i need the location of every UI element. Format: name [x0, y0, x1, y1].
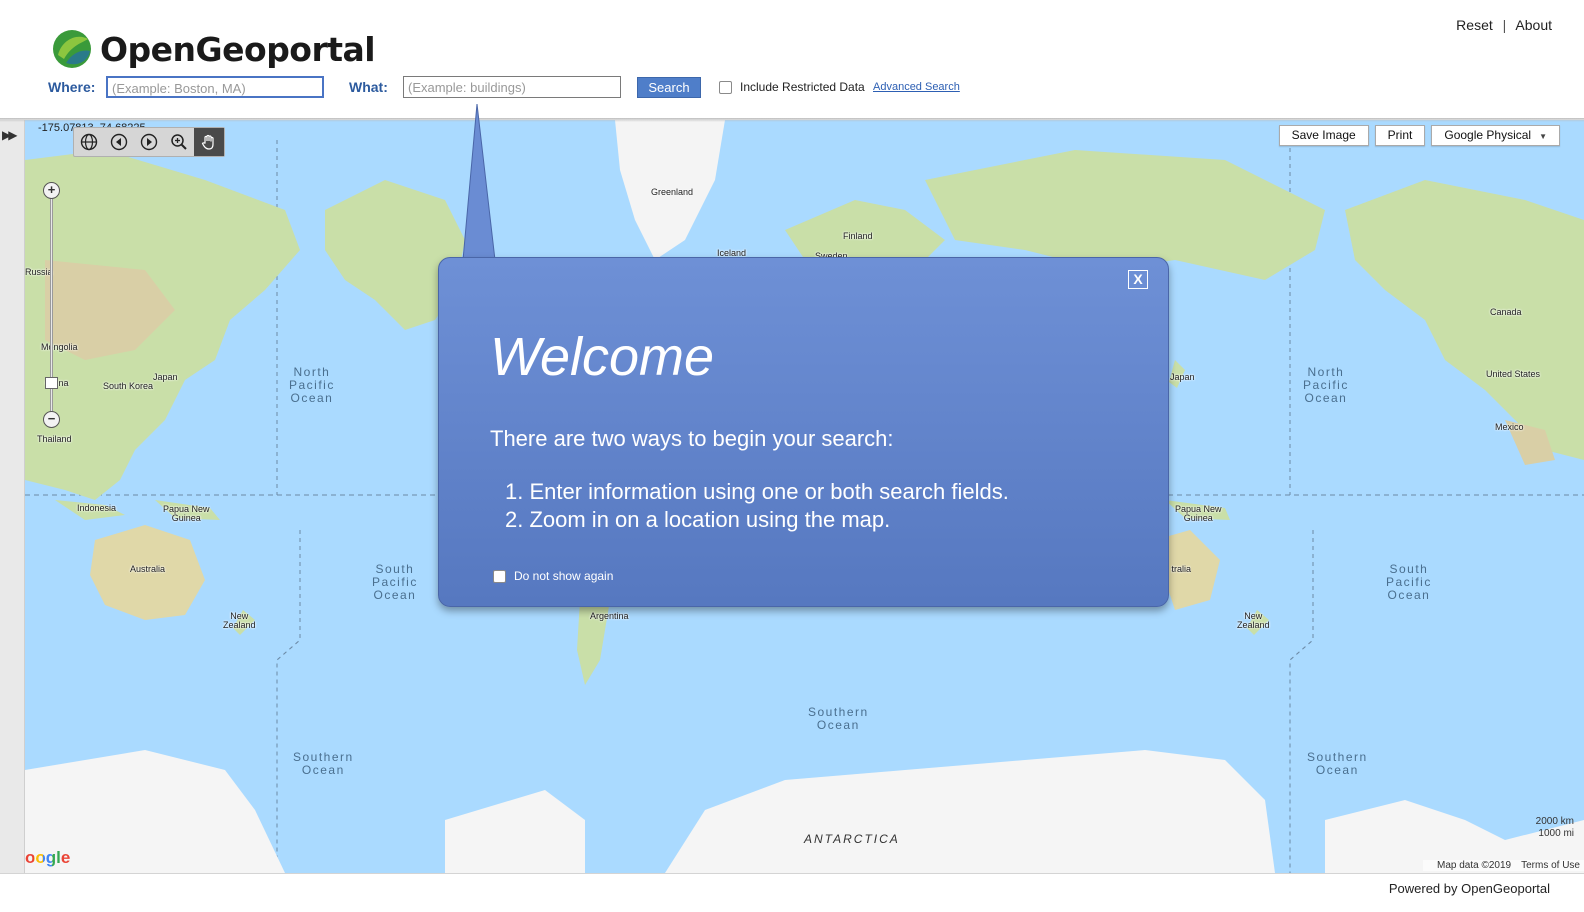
- reset-link[interactable]: Reset: [1456, 17, 1493, 33]
- map-label-japan: Japan: [153, 372, 178, 382]
- logo[interactable]: OpenGeoportal: [52, 29, 376, 69]
- welcome-dialog: X Welcome There are two ways to begin yo…: [438, 257, 1169, 607]
- where-input[interactable]: (Example: Boston, MA): [106, 76, 324, 98]
- map-label-papua: Papua New Guinea: [163, 504, 210, 523]
- search-button[interactable]: Search: [637, 77, 701, 98]
- welcome-step: 1. Enter information using one or both s…: [505, 479, 1009, 504]
- zoom-out-button[interactable]: −: [43, 411, 60, 428]
- chevron-down-icon: ▼: [1539, 132, 1547, 141]
- close-button[interactable]: X: [1128, 270, 1148, 289]
- do-not-show-again-label: Do not show again: [514, 569, 614, 583]
- pan-hand-icon: [201, 134, 214, 150]
- map-label-southern-ocean-west: Southern Ocean: [293, 750, 354, 777]
- about-link[interactable]: About: [1515, 17, 1552, 33]
- welcome-intro: There are two ways to begin your search:: [490, 426, 894, 451]
- map-toolbar: [73, 127, 225, 157]
- forward-arrow-icon: [140, 133, 158, 151]
- map-label-mongolia: Mongolia: [41, 342, 78, 352]
- globe-icon: [80, 133, 98, 151]
- map-data-credit: Map data ©2019: [1437, 860, 1512, 871]
- what-label: What:: [349, 79, 388, 95]
- map-label-antarctica: ANTARCTICA: [804, 832, 900, 846]
- globe-leaf-icon: [53, 30, 91, 68]
- basemap-select-value: Google Physical: [1444, 128, 1532, 142]
- what-input[interactable]: (Example: buildings): [403, 76, 621, 98]
- zoom-in-button[interactable]: +: [43, 182, 60, 199]
- header-shadow: [0, 118, 1584, 122]
- save-image-button[interactable]: Save Image: [1278, 125, 1369, 146]
- map-label-indonesia: Indonesia: [77, 503, 117, 513]
- zoom-slider-handle[interactable]: [45, 377, 58, 389]
- map-label-thailand: Thailand: [37, 434, 72, 444]
- header: OpenGeoportal Reset | About Where: (Exam…: [0, 0, 1584, 120]
- map-label-south-korea: South Korea: [103, 381, 154, 391]
- map-label-greenland: Greenland: [651, 187, 694, 197]
- scale-mi: 1000 mi: [1538, 828, 1574, 839]
- do-not-show-again: Do not show again: [493, 569, 613, 583]
- basemap-select[interactable]: Google Physical ▼: [1431, 125, 1560, 146]
- print-button[interactable]: Print: [1374, 125, 1426, 146]
- welcome-steps: 1. Enter information using one or both s…: [505, 478, 1009, 534]
- search-bar: Where: (Example: Boston, MA) What: (Exam…: [0, 76, 1000, 100]
- map-label-japan-east: Japan: [1170, 372, 1195, 382]
- map-label-new-zealand: New Zealand: [223, 611, 256, 630]
- app-name: OpenGeoportal: [100, 29, 376, 69]
- zoom-box-tool[interactable]: [164, 128, 194, 156]
- zoom-box-icon: [171, 134, 187, 150]
- map-label-north-pacific: North Pacific Ocean: [289, 365, 335, 405]
- map-action-buttons: Save Image Print Google Physical ▼: [1278, 125, 1560, 146]
- map-label-australia-east: Australia: [1171, 564, 1191, 574]
- map-label-australia: Australia: [130, 564, 166, 574]
- terms-of-use-link[interactable]: Terms of Use: [1521, 860, 1580, 871]
- include-restricted-label: Include Restricted Data: [740, 80, 865, 94]
- do-not-show-again-checkbox[interactable]: [493, 569, 506, 583]
- map-label-mexico: Mexico: [1495, 422, 1524, 432]
- expand-panel-icon[interactable]: ▶▶: [2, 128, 18, 142]
- scale-km: 2000 km: [1535, 816, 1574, 827]
- map-label-canada: Canada: [1490, 307, 1522, 317]
- include-restricted-checkbox[interactable]: [719, 81, 732, 94]
- back-arrow-icon: [110, 133, 128, 151]
- map-label-argentina: Argentina: [590, 611, 629, 621]
- map-scale: 2000 km 1000 mi: [1536, 816, 1574, 840]
- map-label-papua-east: Papua New Guinea: [1175, 504, 1222, 523]
- map-label-south-pacific-east: South Pacific Ocean: [1386, 562, 1432, 602]
- map-label-new-zealand-east: New Zealand: [1237, 611, 1270, 630]
- map-label-united-states: United States: [1486, 369, 1541, 379]
- google-logo: oogle: [25, 848, 71, 867]
- map-label-north-pacific-east: North Pacific Ocean: [1303, 365, 1349, 405]
- footer: Powered by OpenGeoportal: [0, 873, 1584, 912]
- top-links: Reset | About: [1456, 17, 1552, 33]
- pan-tool[interactable]: [194, 128, 224, 156]
- map-label-southern-ocean-east: Southern Ocean: [1307, 750, 1368, 777]
- map-label-finland: Finland: [843, 231, 873, 241]
- advanced-search-link[interactable]: Advanced Search: [873, 81, 960, 93]
- welcome-callout-pointer: [462, 104, 496, 260]
- link-separator: |: [1502, 17, 1507, 33]
- where-label: Where:: [48, 79, 96, 95]
- full-extent-tool[interactable]: [74, 128, 104, 156]
- collapsed-left-panel: ▶▶: [0, 120, 25, 873]
- map-attribution: Map data ©2019 Terms of Use: [1423, 860, 1584, 871]
- map-label-russia: Russia: [25, 267, 53, 277]
- where-placeholder: (Example: Boston, MA): [112, 81, 246, 96]
- map-label-southern-ocean: Southern Ocean: [808, 705, 869, 732]
- map-label-south-pacific: South Pacific Ocean: [372, 562, 418, 602]
- previous-extent-tool[interactable]: [104, 128, 134, 156]
- welcome-step: 2. Zoom in on a location using the map.: [505, 507, 891, 532]
- what-placeholder: (Example: buildings): [408, 80, 526, 95]
- welcome-title: Welcome: [490, 327, 715, 387]
- powered-by-text: Powered by OpenGeoportal: [1388, 881, 1550, 896]
- next-extent-tool[interactable]: [134, 128, 164, 156]
